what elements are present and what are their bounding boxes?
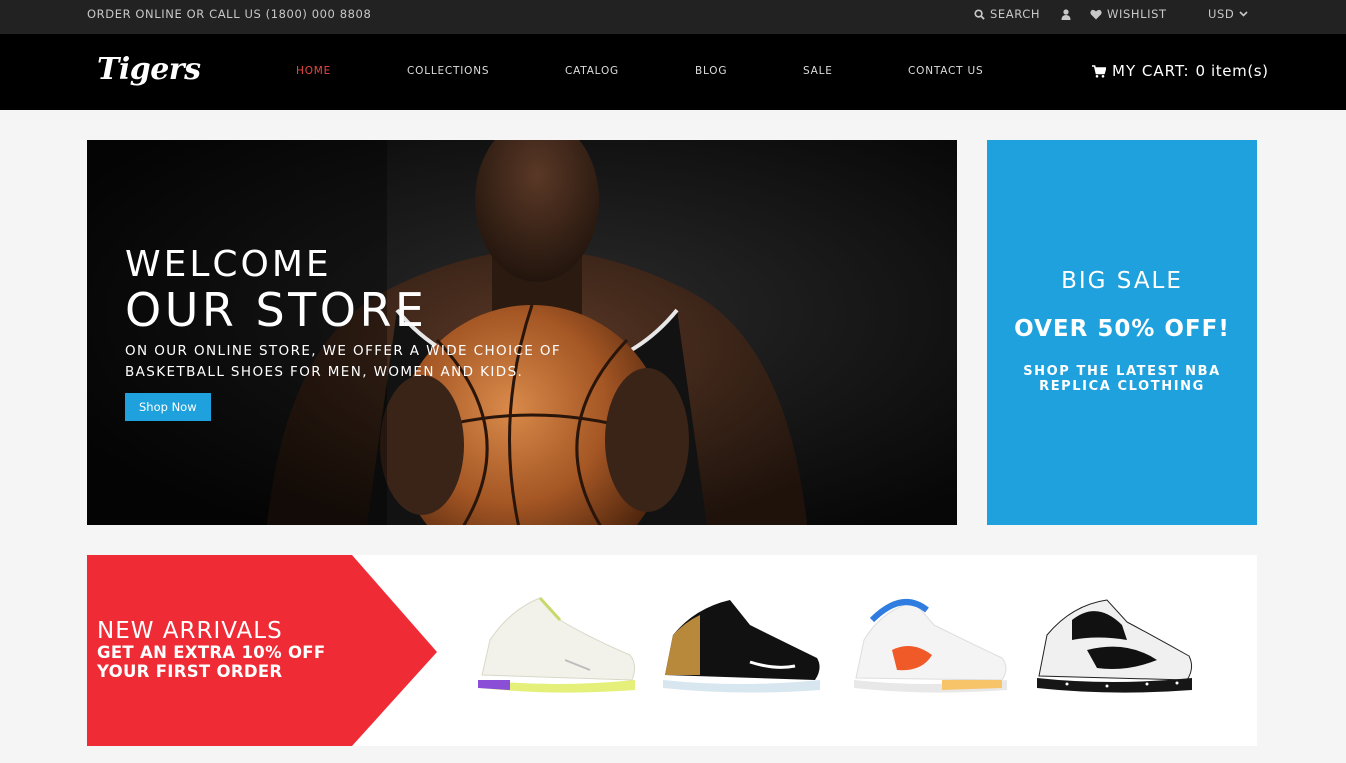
hero-banner: WELCOME OUR STORE ON OUR ONLINE STORE, W… [87,140,957,525]
search-icon [974,8,985,20]
nav-collections[interactable]: COLLECTIONS [407,65,489,77]
search-link[interactable]: SEARCH [974,0,1040,28]
cart-link[interactable]: MY CART: 0 item(s) [1092,62,1269,80]
site-logo[interactable]: Tigers [97,52,201,87]
main-header: Tigers HOME COLLECTIONS CATALOG BLOG SAL… [0,34,1346,110]
wishlist-label: WISHLIST [1107,7,1167,21]
shoe-image-black-gold [663,600,820,693]
search-label: SEARCH [990,7,1041,21]
top-bar: ORDER ONLINE OR CALL US (1800) 000 8808 … [0,0,1346,34]
shoe-image-white-blue-orange [854,599,1007,693]
user-icon [1061,8,1071,20]
heart-icon [1090,9,1102,19]
shoe-image-black-white-speckled [1037,599,1193,693]
promo-subtitle: SHOP THE LATEST NBA REPLICA CLOTHING [1023,364,1221,394]
currency-label: USD [1208,7,1235,21]
cart-icon [1092,64,1106,78]
hero-our-store-heading: OUR STORE [125,283,428,337]
hero-description: ON OUR ONLINE STORE, WE OFFER A WIDE CHO… [125,343,562,380]
account-link[interactable] [1061,0,1071,28]
cart-label: MY CART: [1112,62,1190,80]
cart-count: 0 item(s) [1195,62,1269,80]
big-sale-promo[interactable]: BIG SALE OVER 50% OFF! SHOP THE LATEST N… [987,140,1257,525]
nav-catalog[interactable]: CATALOG [565,65,619,77]
promo-title: BIG SALE [1061,268,1183,294]
nav-blog[interactable]: BLOG [695,65,727,77]
promo-offer: OVER 50% OFF! [1014,316,1230,342]
shop-now-button[interactable]: Shop Now [125,393,211,421]
shoe-image-white-purple [478,596,636,693]
chevron-down-icon [1239,11,1248,17]
wishlist-link[interactable]: WISHLIST [1090,0,1167,28]
order-info-text: ORDER ONLINE OR CALL US (1800) 000 8808 [87,7,372,21]
currency-selector[interactable]: USD [1208,0,1248,28]
new-arrivals-banner[interactable]: NEW ARRIVALS GET AN EXTRA 10% OFF YOUR F… [87,555,1257,746]
arrivals-title: NEW ARRIVALS [97,618,283,644]
nav-sale[interactable]: SALE [803,65,833,77]
nav-home[interactable]: HOME [296,65,331,77]
arrivals-text-block: NEW ARRIVALS GET AN EXTRA 10% OFF YOUR F… [97,619,357,681]
hero-welcome-heading: WELCOME [125,244,332,285]
nav-contact-us[interactable]: CONTACT US [908,65,983,77]
hero-text-block: WELCOME OUR STORE ON OUR ONLINE STORE, W… [125,245,605,421]
arrivals-subtitle: GET AN EXTRA 10% OFF YOUR FIRST ORDER [97,643,326,681]
